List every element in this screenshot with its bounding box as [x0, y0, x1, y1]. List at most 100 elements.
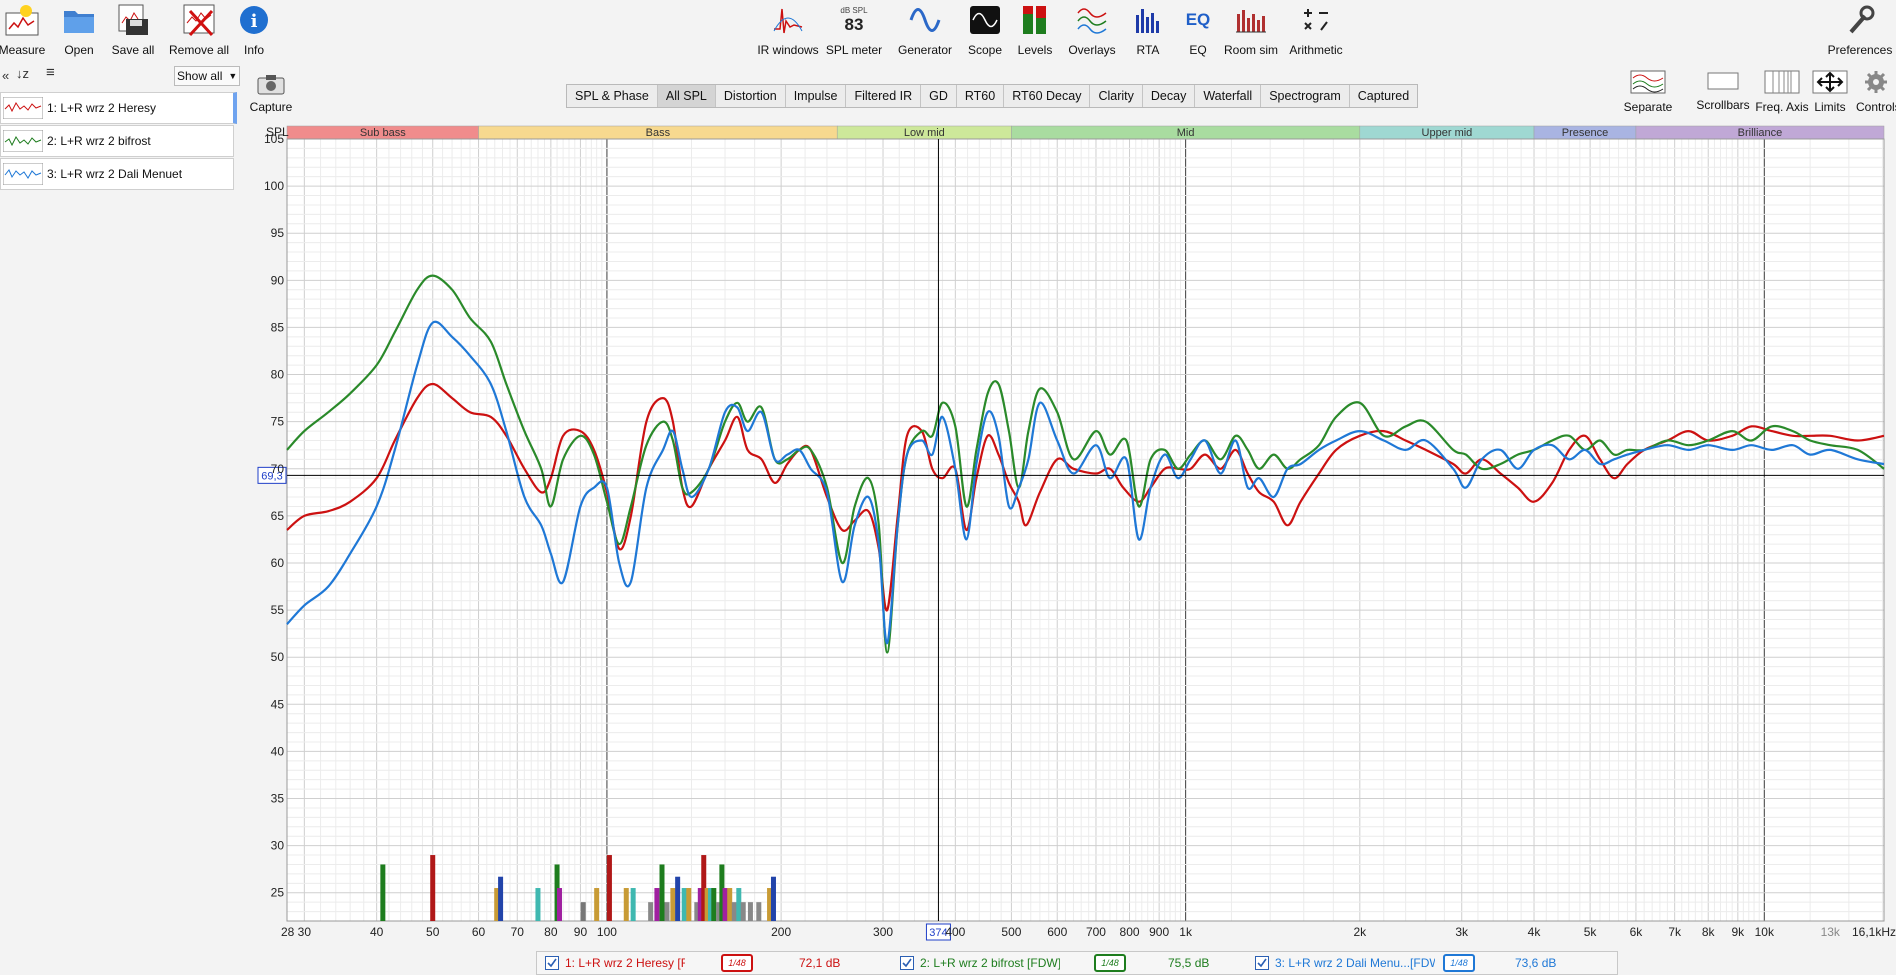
smoothing-badge[interactable]: 1/48 — [1443, 954, 1475, 972]
bar — [770, 876, 776, 921]
bar — [648, 902, 654, 921]
y-tick-label: 40 — [271, 744, 285, 758]
x-tick-label: 4k — [1528, 925, 1542, 939]
bar — [606, 855, 612, 921]
bar — [670, 888, 676, 921]
legend-label: 2: L+R wrz 2 bifrost [FDW] — [920, 956, 1060, 970]
check-icon — [547, 958, 557, 968]
bar — [535, 888, 541, 921]
x-tick-label: 100 — [597, 925, 617, 939]
x-tick-label: 1k — [1179, 925, 1193, 939]
x-tick-label: 600 — [1047, 925, 1067, 939]
bar — [740, 902, 746, 921]
x-tick-label: 9k — [1731, 925, 1745, 939]
y-tick-label: 70 — [271, 462, 285, 476]
x-tick-label: 28 — [281, 925, 295, 939]
x-tick-label: 5k — [1584, 925, 1598, 939]
y-tick-label: 95 — [271, 226, 285, 240]
x-tick-label: 40 — [370, 925, 384, 939]
bar — [722, 888, 728, 921]
bar — [498, 876, 504, 921]
x-tick-label: 6k — [1630, 925, 1644, 939]
band-label: Mid — [1177, 127, 1195, 139]
y-tick-label: 25 — [271, 886, 285, 900]
y-tick-label: 60 — [271, 556, 285, 570]
y-tick-label: 100 — [264, 179, 284, 193]
x-tick-label: 50 — [426, 925, 440, 939]
y-tick-label: 55 — [271, 603, 285, 617]
smoothing-badge[interactable]: 1/48 — [721, 954, 753, 972]
x-tick-label: 400 — [945, 925, 965, 939]
x-tick-label: 90 — [574, 925, 588, 939]
x-tick-label: 200 — [771, 925, 791, 939]
band-label: Brilliance — [1738, 127, 1783, 139]
bar — [380, 864, 386, 921]
x-tick-label: 800 — [1120, 925, 1140, 939]
measurement-legend: 1: L+R wrz 2 Heresy [FDW] 1/48 72,1 dB 2… — [536, 951, 1618, 975]
legend-value: 73,6 dB — [1515, 956, 1557, 970]
x-tick-label: 7k — [1668, 925, 1682, 939]
x-tick-label: 8k — [1702, 925, 1716, 939]
check-icon — [902, 958, 912, 968]
bar — [556, 888, 562, 921]
y-tick-label: 35 — [271, 792, 285, 806]
x-tick-label: 80 — [544, 925, 558, 939]
bar — [711, 888, 717, 921]
bar — [594, 888, 600, 921]
y-tick-label: 85 — [271, 320, 285, 334]
bar — [731, 902, 737, 921]
x-tick-label: 900 — [1149, 925, 1169, 939]
bar — [654, 888, 660, 921]
x-tick-label: 700 — [1086, 925, 1106, 939]
band-label: Upper mid — [1422, 127, 1473, 139]
x-tick-label: 13k — [1821, 925, 1841, 939]
x-tick-label: 3k — [1455, 925, 1469, 939]
x-tick-label: 16,1kHz — [1852, 925, 1896, 939]
band-label: Bass — [646, 127, 671, 139]
legend-value: 72,1 dB — [799, 956, 841, 970]
y-tick-label: 75 — [271, 415, 285, 429]
smoothing-badge[interactable]: 1/48 — [1094, 954, 1126, 972]
legend-value: 75,5 dB — [1168, 956, 1210, 970]
check-icon — [1257, 958, 1267, 968]
y-tick-label: 50 — [271, 650, 285, 664]
bar — [430, 855, 436, 921]
legend-entry-3: 3: L+R wrz 2 Dali Menu...[FDW] 1/48 73,6… — [1247, 952, 1607, 974]
bar — [736, 888, 742, 921]
y-tick-label: 45 — [271, 697, 285, 711]
bar — [675, 876, 681, 921]
legend-checkbox-3[interactable] — [1255, 956, 1269, 970]
legend-entry-1: 1: L+R wrz 2 Heresy [FDW] 1/48 72,1 dB — [537, 952, 892, 974]
x-tick-label: 60 — [472, 925, 486, 939]
y-tick-label: 80 — [271, 368, 285, 382]
x-tick-label: 500 — [1001, 925, 1021, 939]
legend-checkbox-2[interactable] — [900, 956, 914, 970]
bar — [623, 888, 629, 921]
y-tick-label: 30 — [271, 839, 285, 853]
bar — [630, 888, 636, 921]
bar — [727, 888, 733, 921]
x-tick-label: 30 — [298, 925, 312, 939]
legend-label: 3: L+R wrz 2 Dali Menu...[FDW] — [1275, 956, 1435, 970]
bar — [747, 902, 753, 921]
x-tick-label: 300 — [873, 925, 893, 939]
bar — [681, 888, 687, 921]
legend-checkbox-1[interactable] — [545, 956, 559, 970]
bar — [686, 888, 692, 921]
y-tick-label: 90 — [271, 273, 285, 287]
band-label: Presence — [1562, 127, 1608, 139]
band-label: Sub bass — [360, 127, 406, 139]
bar — [580, 902, 586, 921]
spl-graph[interactable]: Sub bass Bass Low mid Mid Upper mid Presence B… — [0, 0, 1896, 950]
bar — [659, 864, 665, 921]
y-axis-label: SPL — [266, 125, 289, 139]
bar — [756, 902, 762, 921]
legend-entry-2: 2: L+R wrz 2 bifrost [FDW] 1/48 75,5 dB — [892, 952, 1247, 974]
band-label: Low mid — [904, 127, 945, 139]
x-tick-label: 70 — [511, 925, 525, 939]
x-tick-label: 2k — [1353, 925, 1367, 939]
bar — [664, 902, 670, 921]
legend-label: 1: L+R wrz 2 Heresy [FDW] — [565, 956, 685, 970]
y-tick-label: 65 — [271, 509, 285, 523]
x-tick-label: 10k — [1755, 925, 1775, 939]
